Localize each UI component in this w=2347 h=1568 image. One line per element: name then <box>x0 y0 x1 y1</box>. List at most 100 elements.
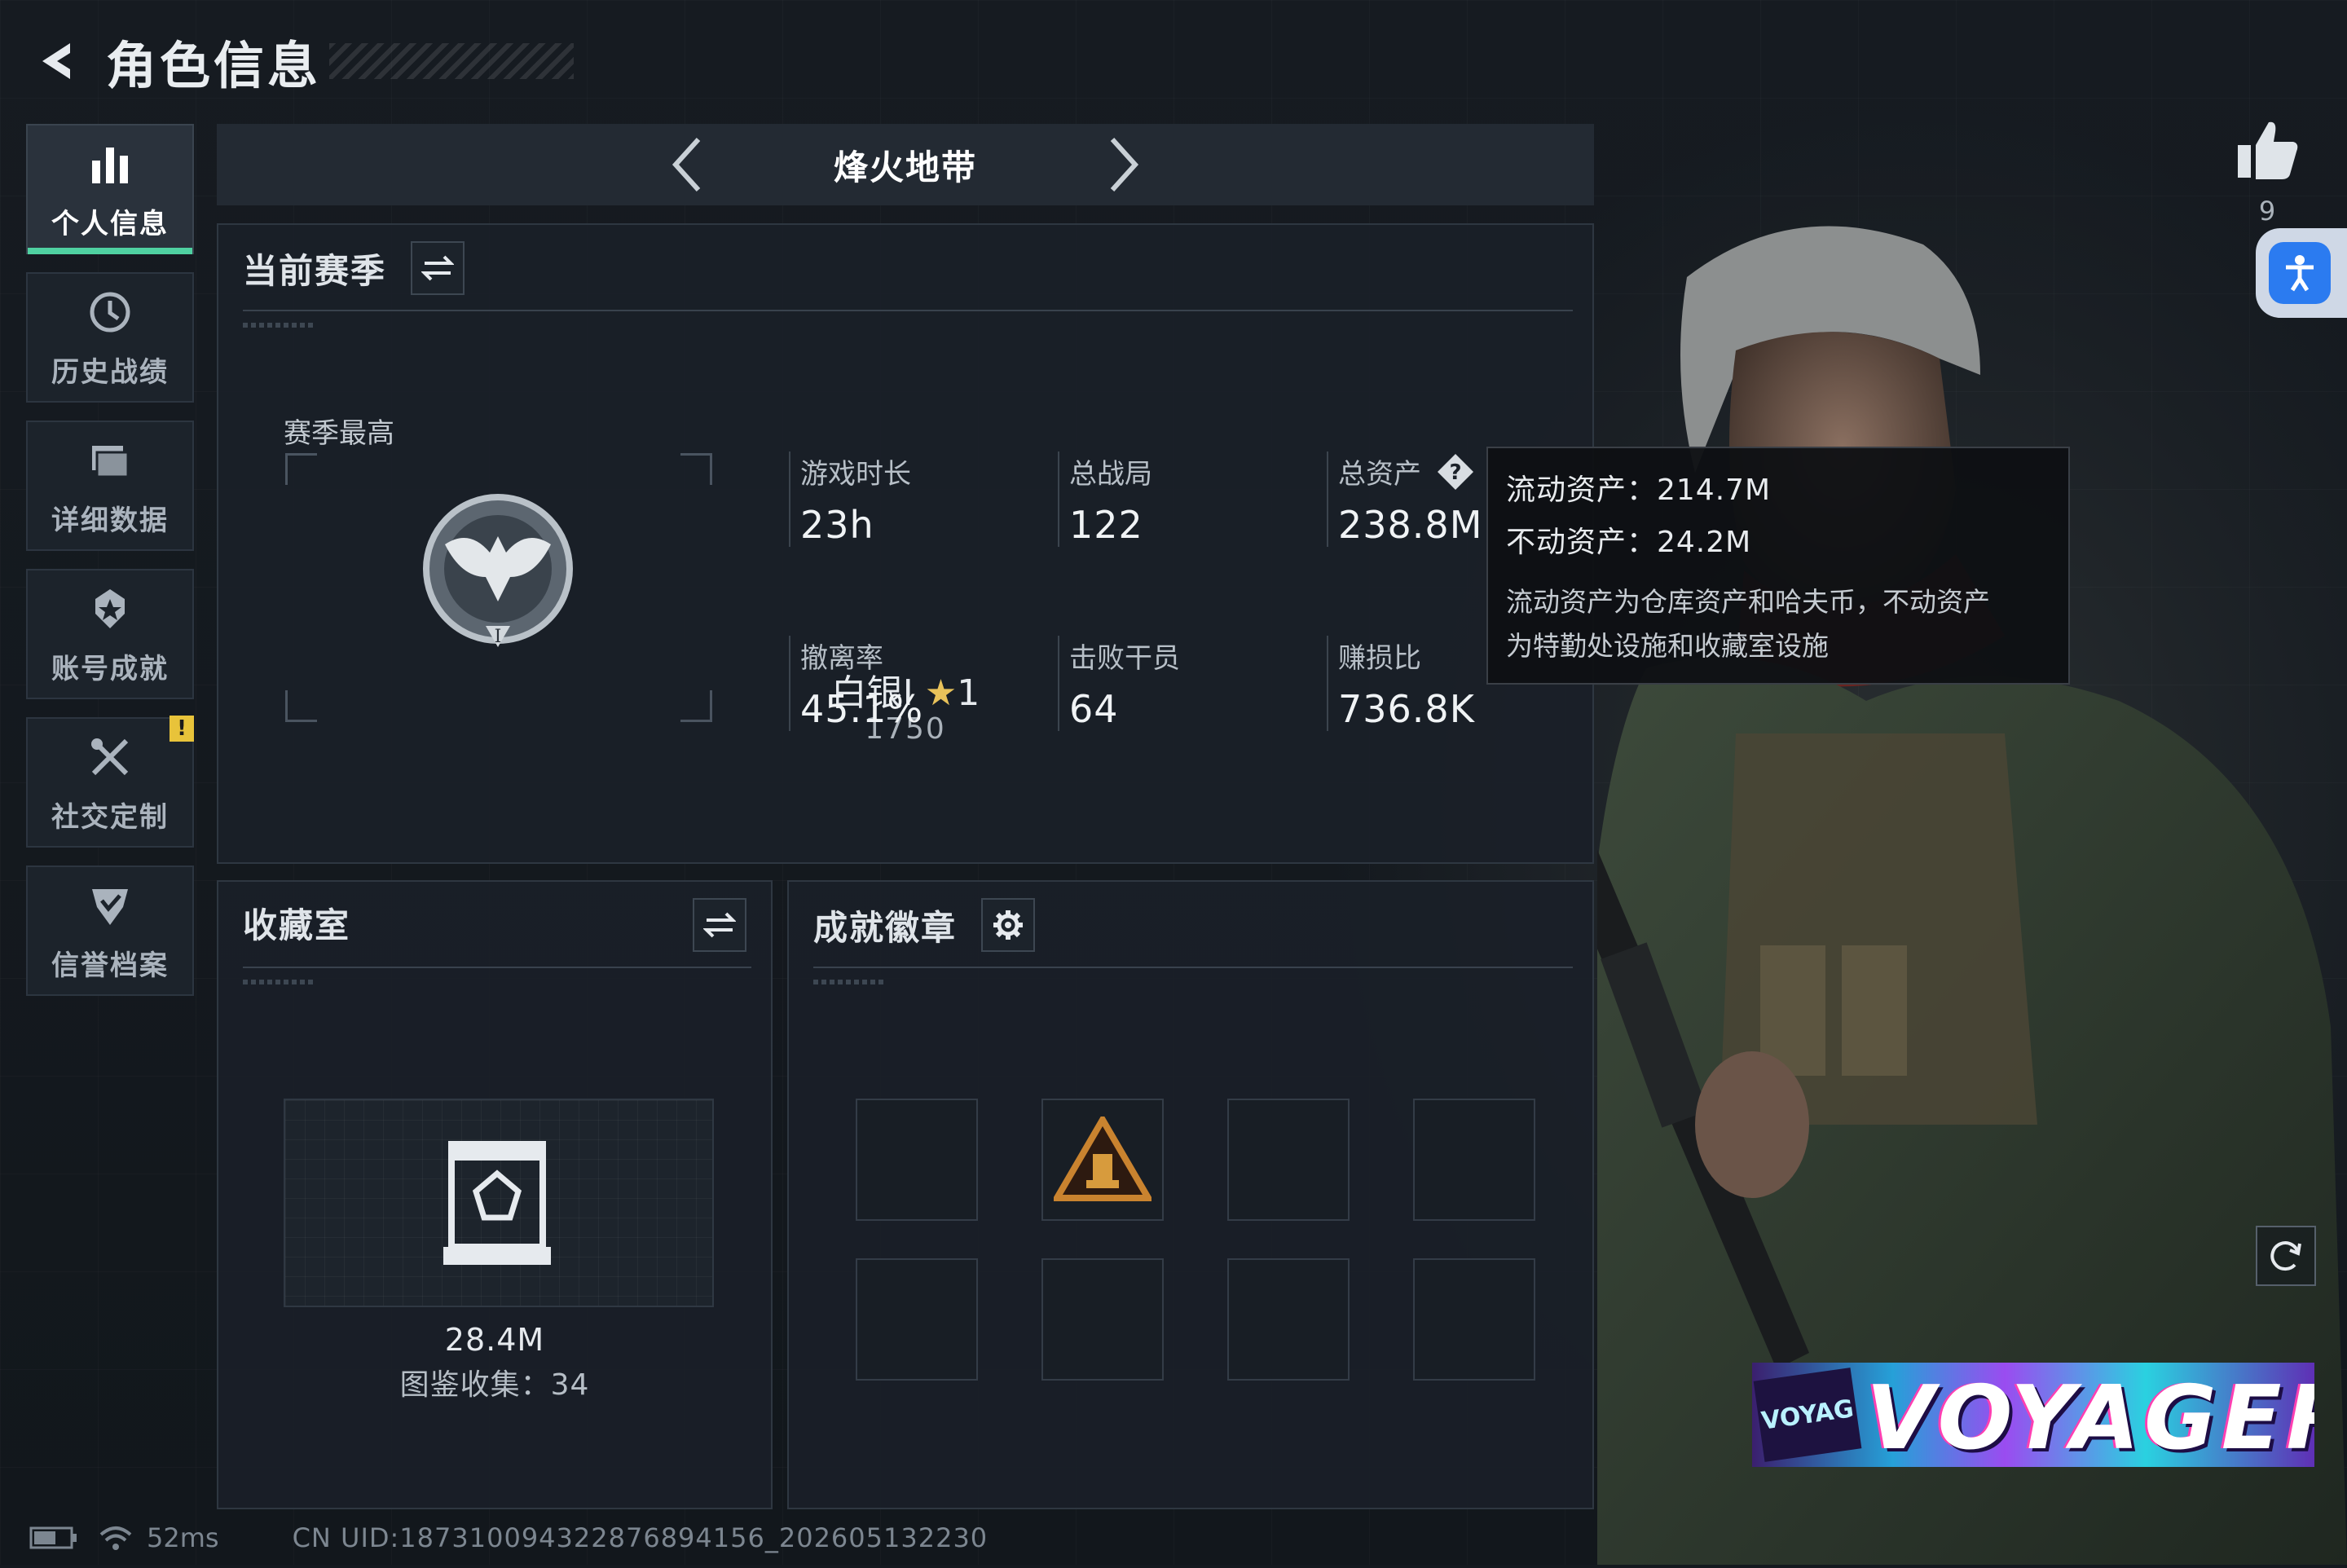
shield-check-icon <box>84 879 136 932</box>
sidebar-item-personal-info[interactable]: 个人信息 <box>26 124 194 254</box>
sidebar-item-label: 详细数据 <box>51 504 169 537</box>
rotate-icon <box>2270 1241 2301 1271</box>
stat-value: 238.8M <box>1338 503 1483 547</box>
frame-corner <box>285 453 317 485</box>
accessibility-button[interactable] <box>2256 228 2347 318</box>
collection-panel: 收藏室 28.4M 图鉴收集：34 <box>217 880 773 1509</box>
tooltip-description: 流动资产为仓库资产和哈夫币，不动资产 为特勤处设施和收藏室设施 <box>1506 580 2050 668</box>
collection-title: 收藏室 <box>243 905 351 945</box>
alert-badge: ! <box>170 716 194 742</box>
badge-slot[interactable] <box>856 1258 978 1381</box>
badge-slot[interactable] <box>1227 1258 1350 1381</box>
badge-slot[interactable] <box>1227 1099 1350 1221</box>
wifi-icon <box>99 1526 132 1550</box>
stat-kills: 击败干员 64 <box>1058 636 1180 731</box>
stat-label: 赚损比 <box>1338 642 1421 675</box>
stat-value: 122 <box>1069 503 1143 547</box>
badge-slot[interactable] <box>1041 1099 1164 1221</box>
collection-preview[interactable] <box>284 1099 714 1307</box>
ping-value: 52ms <box>147 1522 219 1553</box>
stat-total-matches: 总战局 122 <box>1058 451 1152 547</box>
back-button[interactable] <box>24 29 90 94</box>
folder-icon <box>84 434 136 487</box>
badge-slot[interactable] <box>1413 1099 1535 1221</box>
header-divider <box>243 310 1573 311</box>
badge-slot[interactable] <box>1413 1258 1535 1381</box>
tools-icon <box>84 731 136 783</box>
current-season-panel: 当前赛季 赛季最高 I 白银I ★1 1750 游戏时长 23h 总战局 122 <box>217 223 1594 864</box>
sidebar-item-label: 账号成就 <box>51 652 169 685</box>
accessibility-icon <box>2269 242 2331 304</box>
user-uid: CN UID:18731009432287689​4156_2026051322… <box>292 1522 989 1553</box>
prev-mode-button[interactable] <box>663 132 711 197</box>
chevron-left-icon <box>672 137 701 192</box>
display-case-icon <box>443 1141 551 1265</box>
header-decoration <box>243 323 316 328</box>
season-best-label: 赛季最高 <box>284 417 394 450</box>
title-decoration <box>329 43 575 79</box>
sidebar-item-details[interactable]: 详细数据 <box>26 421 194 551</box>
mode-title: 烽火地带 <box>833 147 977 187</box>
battery-icon <box>29 1526 77 1549</box>
tooltip-desc-line: 为特勤处设施和收藏室设施 <box>1506 630 1829 662</box>
swap-icon <box>703 912 736 938</box>
header-decoration <box>243 980 316 984</box>
collection-switch-button[interactable] <box>693 898 746 952</box>
badge-slot[interactable] <box>856 1099 978 1221</box>
sidebar-item-history[interactable]: 历史战绩 <box>26 272 194 403</box>
stat-label: 击败干员 <box>1069 642 1180 675</box>
season-title: 当前赛季 <box>243 250 387 291</box>
stat-label: 总资产 <box>1338 458 1421 491</box>
tooltip-fixed-assets: 不动资产：24.2M <box>1506 526 1752 559</box>
mode-switcher: 烽火地带 <box>217 124 1594 205</box>
header-divider <box>243 967 751 968</box>
stat-play-time: 游戏时长 23h <box>789 451 911 547</box>
tooltip-liquid-assets: 流动资产：214.7M <box>1506 473 1772 507</box>
like-button[interactable] <box>2233 116 2301 184</box>
header-divider <box>813 967 1573 968</box>
badge-slot[interactable] <box>1041 1258 1164 1381</box>
page-title: 角色信息 <box>106 36 322 95</box>
pyramid-badge-icon <box>1054 1117 1151 1201</box>
stat-label-row: 总资产 ? <box>1338 451 1482 491</box>
banner-tag: VOYAG <box>1753 1368 1862 1462</box>
gear-icon <box>993 910 1024 940</box>
sidebar-item-label: 历史战绩 <box>51 355 169 389</box>
rank-stars: 1 <box>957 672 980 714</box>
banner-text: VOYAGER <box>1866 1368 2314 1467</box>
frame-corner <box>680 453 712 485</box>
stat-label: 撤离率 <box>800 642 883 675</box>
back-arrow-icon <box>42 43 70 79</box>
season-switch-button[interactable] <box>411 241 465 295</box>
help-icon[interactable]: ? <box>1436 452 1475 491</box>
badges-header: 成就徽章 <box>813 898 1036 952</box>
bar-chart-icon <box>84 138 136 190</box>
chevron-right-icon <box>1110 137 1139 192</box>
header-decoration <box>813 980 887 984</box>
sidebar-item-achievements[interactable]: 账号成就 <box>26 569 194 699</box>
badges-settings-button[interactable] <box>981 898 1036 952</box>
name-banner: VOYAG VOYAGER <box>1752 1363 2314 1467</box>
character-portrait <box>1516 212 2347 1565</box>
assets-tooltip: 流动资产：214.7M 不动资产：24.2M 流动资产为仓库资产和哈夫币，不动资… <box>1486 447 2070 685</box>
sidebar: 个人信息 历史战绩 详细数据 账号成就 社交定制 ! 信誉档案 <box>26 124 194 1014</box>
badges-title: 成就徽章 <box>813 907 958 948</box>
svg-text:I: I <box>495 627 502 647</box>
status-bar: 52ms CN UID:18731009432287689​4156_20260… <box>29 1517 988 1558</box>
stat-value: 736.8K <box>1338 687 1475 731</box>
svg-text:?: ? <box>1449 460 1461 485</box>
sidebar-item-social[interactable]: 社交定制 ! <box>26 716 194 848</box>
sidebar-item-label: 信誉档案 <box>51 949 169 982</box>
next-mode-button[interactable] <box>1099 132 1148 197</box>
collection-value: 28.4M <box>444 1322 545 1358</box>
season-header: 当前赛季 <box>243 241 465 295</box>
rotate-character-button[interactable] <box>2256 1226 2316 1286</box>
sidebar-item-credit[interactable]: 信誉档案 <box>26 865 194 996</box>
swap-icon <box>421 255 455 281</box>
achievement-icon <box>84 583 136 635</box>
rank-emblem-icon: I <box>412 487 583 662</box>
stat-value: 45.1% <box>800 687 924 731</box>
stat-label: 游戏时长 <box>800 458 911 491</box>
stat-value: 64 <box>1069 687 1119 731</box>
like-count: 9 <box>2258 196 2276 227</box>
